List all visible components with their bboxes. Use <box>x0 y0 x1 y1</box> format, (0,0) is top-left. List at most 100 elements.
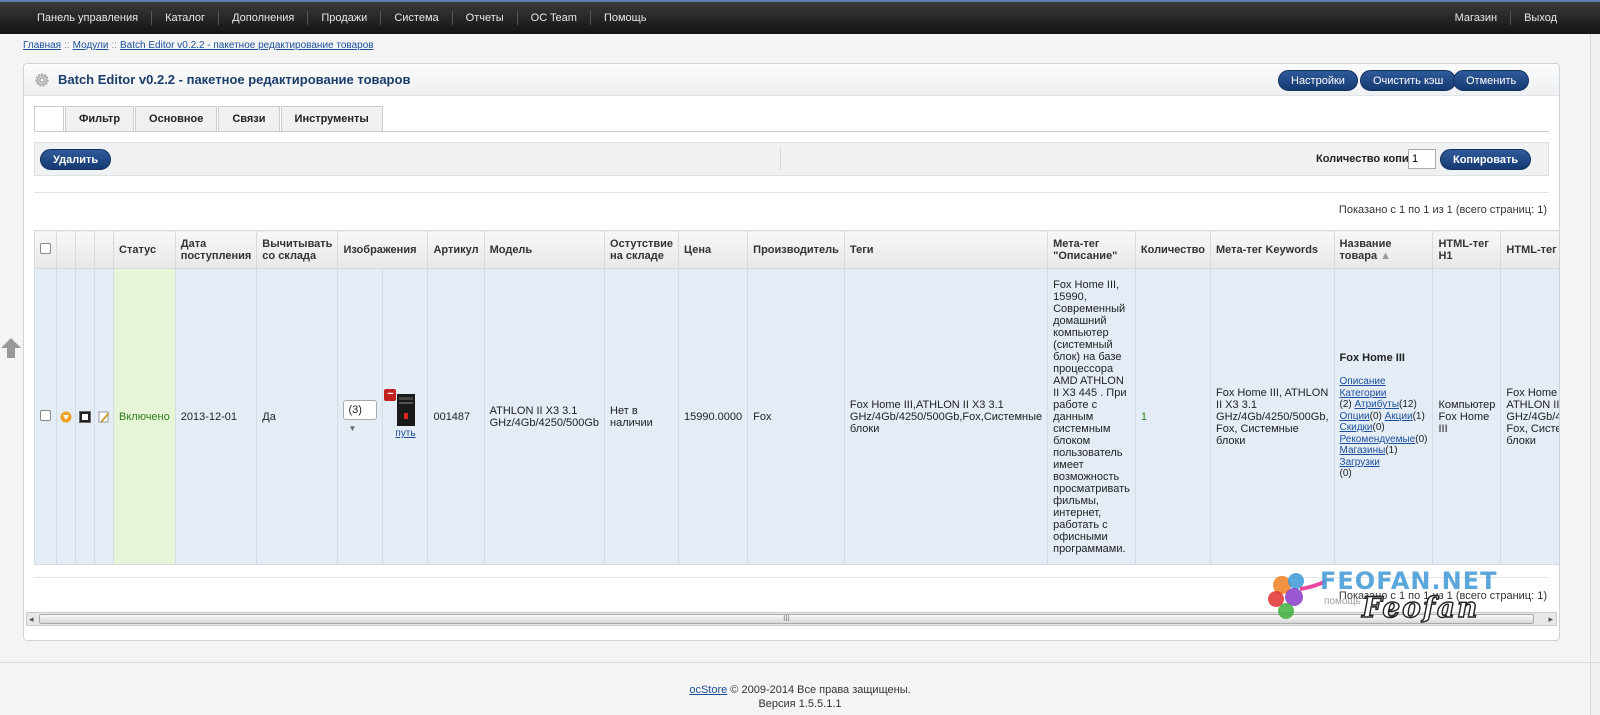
top-navigation: Панель управления Каталог Дополнения Про… <box>0 0 1600 34</box>
cell-h1[interactable]: Компьютер Fox Home III <box>1432 268 1502 565</box>
remove-image-icon[interactable]: − <box>384 389 397 401</box>
link-discounts[interactable]: Скидки <box>1340 422 1373 433</box>
col-model[interactable]: Модель <box>483 230 606 269</box>
pager-info-bottom: Показано с 1 по 1 из 1 (всего страниц: 1… <box>1338 590 1547 602</box>
link-categories[interactable]: Категории <box>1340 388 1387 399</box>
images-dropdown[interactable]: (3) ▼ <box>343 399 378 433</box>
col-meta-description[interactable]: Мета-тег "Описание" <box>1047 230 1136 269</box>
copies-input[interactable] <box>1408 149 1436 169</box>
delete-button[interactable]: Удалить <box>40 149 112 170</box>
col-images[interactable]: Изображения <box>337 230 429 269</box>
col-subtract[interactable]: Вычитывать со склада <box>256 230 339 269</box>
tab-tools[interactable]: Инструменты <box>280 106 383 132</box>
copies-label: Количество копий: <box>1316 153 1420 165</box>
scroll-to-top-icon[interactable] <box>0 337 22 359</box>
cell-meta-description[interactable]: Fox Home III, 15990, Современный домашни… <box>1047 268 1136 565</box>
copy-button[interactable]: Копировать <box>1440 149 1532 170</box>
batch-editor-panel: Batch Editor v0.2.2 - пакетное редактиро… <box>23 63 1560 641</box>
col-tags[interactable]: Теги <box>843 230 1049 269</box>
link-specials[interactable]: Акции <box>1385 411 1413 422</box>
cell-sku[interactable]: 001487 <box>427 268 485 565</box>
cell-manufacturer[interactable]: Fox <box>747 268 845 565</box>
select-all-checkbox[interactable] <box>40 242 51 254</box>
col-manufacturer[interactable]: Производитель <box>747 230 845 269</box>
cell-date[interactable]: 2013-12-01 <box>174 268 258 565</box>
vertical-scrollbar[interactable] <box>1590 34 1600 715</box>
menu-catalog[interactable]: Каталог <box>152 11 220 25</box>
horizontal-scrollbar[interactable]: ◂ III ▸ <box>26 612 1557 626</box>
cell-meta-keywords[interactable]: Fox Home III, ATHLON II X3 3.1 GHz/4Gb/4… <box>1210 268 1335 565</box>
image-icon[interactable] <box>79 410 91 423</box>
footer-copyright: © 2009-2014 Все права защищены. <box>727 684 911 696</box>
breadcrumb-current[interactable]: Batch Editor v0.2.2 - пакетное редактиро… <box>120 40 374 51</box>
breadcrumb-home[interactable]: Главная <box>23 40 61 51</box>
breadcrumb-modules[interactable]: Модули <box>73 40 109 51</box>
menu-help[interactable]: Помощь <box>591 11 660 25</box>
chevron-down-icon: ▼ <box>348 423 357 433</box>
col-sku[interactable]: Артикул <box>427 230 485 269</box>
link-downloads[interactable]: Загрузки <box>1340 457 1380 468</box>
col-meta-keywords[interactable]: Мета-тег Keywords <box>1210 230 1335 269</box>
tab-filter[interactable]: Фильтр <box>65 106 135 132</box>
edit-icon[interactable] <box>98 411 110 423</box>
cell-model[interactable]: ATHLON II X3 3.1 GHz/4Gb/4250/500Gb <box>483 268 606 565</box>
col-html-title[interactable]: HTML-тег Title <box>1500 230 1559 269</box>
cell-tags[interactable]: Fox Home III,ATHLON II X3 3.1 GHz/4Gb/42… <box>843 268 1049 565</box>
cell-price[interactable]: 15990.0000 <box>678 268 749 565</box>
scroll-right-icon[interactable]: ▸ <box>1548 613 1553 625</box>
menu-extensions[interactable]: Дополнения <box>219 11 309 25</box>
image-path-link[interactable]: путь <box>395 428 415 439</box>
link-attributes[interactable]: Атрибуты <box>1355 399 1399 410</box>
row-checkbox[interactable] <box>40 409 51 421</box>
menu-oc-team[interactable]: OC Team <box>518 11 591 25</box>
tab-links[interactable]: Связи <box>218 106 280 132</box>
cell-stock-status[interactable]: Нет в наличии <box>604 268 680 565</box>
col-h1[interactable]: HTML-тег H1 <box>1432 230 1502 269</box>
product-name[interactable]: Fox Home III <box>1340 352 1405 365</box>
footer-ocstore-link[interactable]: ocStore <box>689 684 727 696</box>
product-thumbnail[interactable]: − <box>384 389 422 427</box>
clear-cache-button[interactable]: Очистить кэш <box>1360 70 1457 91</box>
cell-subtract[interactable]: Да <box>256 268 339 565</box>
cancel-button[interactable]: Отменить <box>1453 70 1530 91</box>
menu-dashboard[interactable]: Панель управления <box>24 11 153 25</box>
link-description[interactable]: Описание <box>1340 376 1386 387</box>
col-stock-status[interactable]: Остутствие на складе <box>604 230 680 269</box>
store-link[interactable]: Магазин <box>1442 11 1512 25</box>
tabs: Фильтр Основное Связи Инструменты <box>34 106 384 132</box>
menu-system[interactable]: Система <box>381 11 453 25</box>
cell-quantity[interactable]: 1 <box>1134 268 1212 565</box>
pager-info-top: Показано с 1 по 1 из 1 (всего страниц: 1… <box>1338 204 1547 216</box>
col-date[interactable]: Дата поступления <box>174 230 258 269</box>
main-menu: Панель управления Каталог Дополнения Про… <box>24 2 659 34</box>
col-status[interactable]: Статус <box>113 230 176 269</box>
scroll-left-icon[interactable]: ◂ <box>29 613 34 625</box>
scrollbar-thumb[interactable]: III <box>39 614 1534 624</box>
page-footer: ocStore © 2009-2014 Все права защищены. … <box>0 662 1600 715</box>
tab-general[interactable]: Основное <box>135 106 218 132</box>
products-table: Статус Дата поступления Вычитывать со ск… <box>34 230 1559 565</box>
tab-blank[interactable] <box>34 106 64 132</box>
table-header-row: Статус Дата поступления Вычитывать со ск… <box>34 230 1559 269</box>
col-product-name[interactable]: Название товара ▲ <box>1333 230 1434 269</box>
top-right-links: Магазин Выход <box>1442 2 1570 34</box>
breadcrumb: Главная:: Модули:: Batch Editor v0.2.2 - п… <box>23 40 374 51</box>
link-options[interactable]: Опции <box>1340 411 1370 422</box>
col-quantity[interactable]: Количество <box>1134 230 1212 269</box>
menu-sales[interactable]: Продажи <box>308 11 382 25</box>
action-toolbar: Удалить Количество копий: Копировать <box>34 142 1549 176</box>
menu-reports[interactable]: Отчеты <box>453 11 518 25</box>
cell-html-title[interactable]: Fox Home III, 15990, ATHLON II X3 3.1 GH… <box>1500 268 1559 565</box>
page-title: Batch Editor v0.2.2 - пакетное редактиро… <box>58 72 411 87</box>
footer-version: Версия 1.5.5.1.1 <box>758 698 842 710</box>
settings-button[interactable]: Настройки <box>1278 70 1358 91</box>
cell-status[interactable]: Включено <box>113 268 176 565</box>
link-related[interactable]: Рекомендуемые <box>1340 434 1416 445</box>
logout-link[interactable]: Выход <box>1511 11 1570 25</box>
col-price[interactable]: Цена <box>678 230 749 269</box>
move-down-icon[interactable] <box>60 411 72 423</box>
link-stores[interactable]: Магазины <box>1340 445 1386 456</box>
table-row: Включено 2013-12-01 Да (3) ▼ − путь 0014… <box>34 268 1559 565</box>
cell-product-name: Fox Home III Описание Категории (2) Атри… <box>1333 268 1434 565</box>
panel-header: Batch Editor v0.2.2 - пакетное редактиро… <box>24 64 1559 96</box>
